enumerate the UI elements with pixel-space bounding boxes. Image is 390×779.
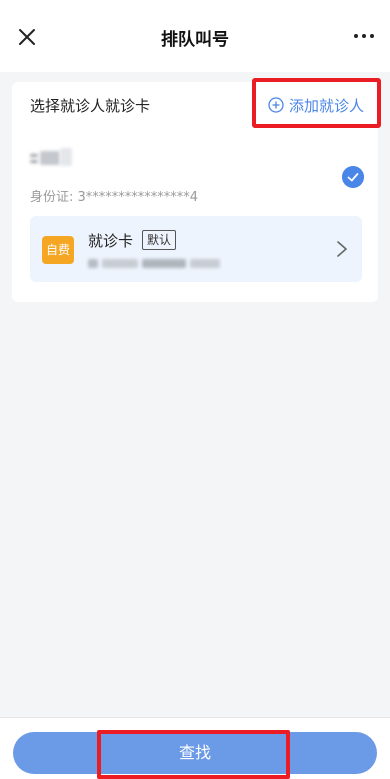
page-title: 排队叫号 <box>161 30 229 50</box>
search-button-highlight-box <box>97 730 290 779</box>
medical-card-label: 就诊卡 <box>88 232 134 250</box>
id-card-number: 身份证: 3****************4 <box>30 190 199 205</box>
add-patient-highlight-box <box>252 78 381 128</box>
medical-card-row[interactable]: 自费 就诊卡 默认 <box>30 216 362 282</box>
patient-name-redacted <box>30 146 74 168</box>
chevron-right-icon <box>337 241 347 257</box>
default-badge: 默认 <box>142 230 177 250</box>
section-title: 选择就诊人就诊卡 <box>30 97 151 115</box>
selected-check-icon[interactable] <box>342 166 364 188</box>
more-dots-icon[interactable] <box>352 26 376 46</box>
card-number-redacted <box>88 259 220 268</box>
self-pay-tag: 自费 <box>42 236 74 264</box>
nav-bar: 排队叫号 <box>0 0 390 72</box>
